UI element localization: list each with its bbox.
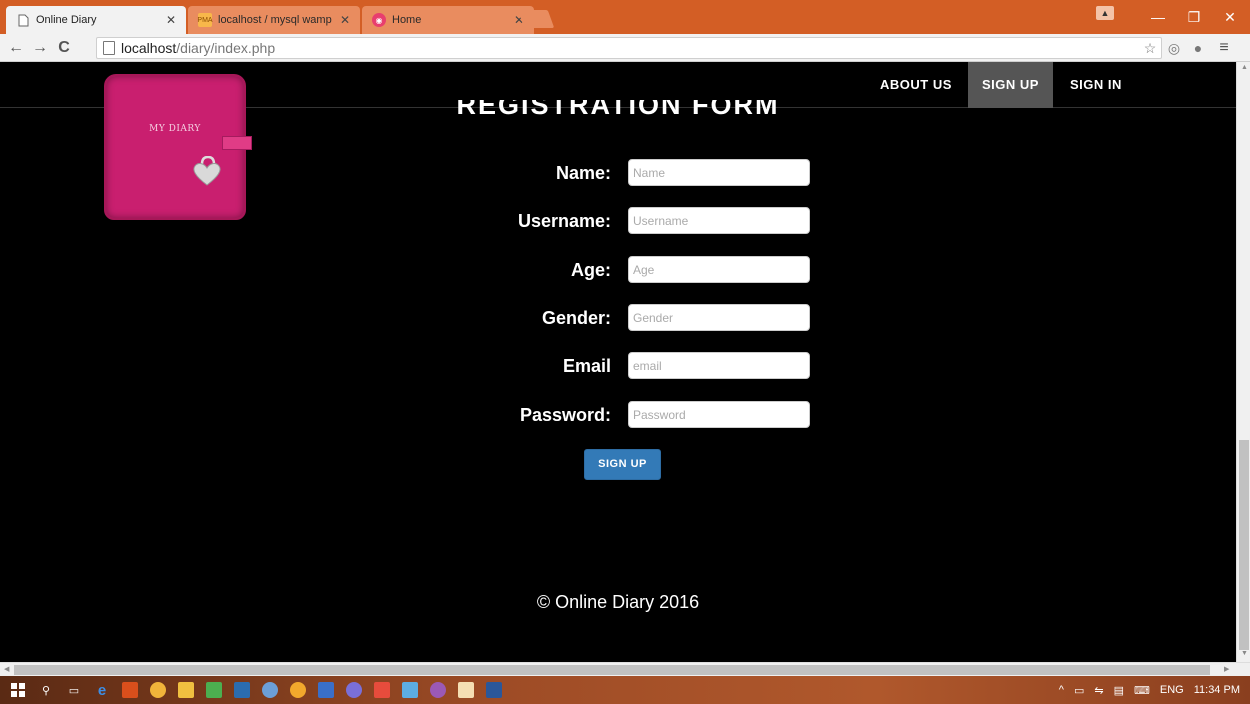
email-input[interactable]: [628, 352, 810, 379]
app-icon[interactable]: [206, 682, 222, 698]
clock[interactable]: 11:34 PM: [1194, 684, 1240, 696]
scroll-down-icon[interactable]: ▼: [1241, 650, 1248, 657]
diary-logo-text: MY DIARY: [149, 124, 201, 134]
home-favicon-icon: ◉: [372, 13, 386, 27]
password-row: Password:: [0, 401, 1236, 429]
keyboard-icon[interactable]: ⌨: [1134, 684, 1150, 697]
app-icon[interactable]: [150, 682, 166, 698]
app-icon[interactable]: [346, 682, 362, 698]
page-icon: [16, 13, 30, 27]
password-input[interactable]: [628, 401, 810, 428]
user-profile-icon[interactable]: ▲: [1096, 6, 1114, 20]
form-title-text: REGISTRATION FORM: [456, 100, 780, 120]
gender-input[interactable]: [628, 304, 810, 331]
chrome-icon[interactable]: [290, 682, 306, 698]
phpmyadmin-icon: PMA: [197, 13, 213, 27]
app-icon[interactable]: [262, 682, 278, 698]
minimize-icon[interactable]: —: [1140, 0, 1176, 34]
edge-browser-icon[interactable]: e: [94, 682, 110, 699]
username-row: Username:: [0, 207, 1236, 235]
username-input[interactable]: [628, 207, 810, 234]
url-path: /diary/index.php: [176, 40, 276, 56]
notepad-icon[interactable]: [458, 682, 474, 698]
tab-online-diary[interactable]: Online Diary ✕: [6, 6, 186, 34]
reload-icon[interactable]: C: [54, 38, 74, 58]
forward-icon[interactable]: →: [30, 38, 50, 58]
battery-icon[interactable]: ▭: [1074, 684, 1084, 697]
back-icon[interactable]: ←: [6, 38, 26, 58]
file-explorer-icon[interactable]: [178, 682, 194, 698]
vertical-scrollbar[interactable]: ▲ ▼: [1236, 62, 1250, 662]
app-icon[interactable]: [430, 682, 446, 698]
browser-toolbar: ← → C localhost/diary/index.php ☆ ◎ ● ≡: [0, 34, 1250, 62]
horizontal-scrollbar[interactable]: ◀ ▶: [0, 662, 1250, 676]
tab-title: Online Diary: [36, 14, 97, 26]
word-icon[interactable]: [486, 682, 502, 698]
gender-label: Gender:: [541, 308, 611, 328]
app-icon[interactable]: [402, 682, 418, 698]
name-label: Name:: [555, 163, 611, 183]
name-input[interactable]: [628, 159, 810, 186]
age-input[interactable]: [628, 256, 810, 283]
app-icon[interactable]: [374, 682, 390, 698]
close-icon[interactable]: ✕: [166, 13, 176, 27]
age-row: Age:: [0, 256, 1236, 284]
tab-title: Home: [392, 14, 422, 26]
sign-up-button[interactable]: SIGN UP: [584, 449, 661, 480]
url-host: localhost: [121, 40, 177, 56]
close-window-icon[interactable]: ✕: [1212, 0, 1248, 34]
diary-logo[interactable]: MY DIARY: [104, 74, 252, 220]
scroll-right-icon[interactable]: ▶: [1224, 665, 1229, 673]
windows-start-icon[interactable]: [10, 682, 26, 698]
app-icon[interactable]: [122, 682, 138, 698]
new-tab-button[interactable]: [517, 10, 555, 28]
chevron-up-icon[interactable]: ^: [1059, 684, 1064, 696]
extension-globe-icon[interactable]: ●: [1188, 38, 1208, 58]
gender-row: Gender:: [0, 304, 1236, 332]
age-label: Age:: [571, 260, 611, 280]
horizontal-scroll-thumb[interactable]: [14, 665, 1210, 675]
vertical-scroll-thumb[interactable]: [1239, 440, 1249, 650]
scroll-up-icon[interactable]: ▲: [1241, 64, 1248, 71]
close-icon[interactable]: ✕: [340, 13, 350, 27]
app-icon[interactable]: [318, 682, 334, 698]
username-label: Username:: [517, 211, 611, 231]
tab-home[interactable]: ◉ Home ✕: [362, 6, 534, 34]
task-view-icon[interactable]: ▭: [66, 682, 82, 698]
address-bar[interactable]: localhost/diary/index.php: [96, 37, 1162, 59]
email-label: Email: [562, 356, 611, 376]
browser-tabstrip: Online Diary ✕ PMA localhost / mysql wam…: [0, 0, 1250, 34]
name-row: Name:: [0, 159, 1236, 187]
notification-icon[interactable]: ▤: [1114, 684, 1124, 697]
page-viewport: ABOUT US SIGN UP SIGN IN MY DIARY REGIST…: [0, 62, 1236, 662]
form-title: REGISTRATION FORM: [0, 100, 1236, 124]
restore-icon[interactable]: ❐: [1176, 0, 1212, 34]
tab-phpmyadmin[interactable]: PMA localhost / mysql wampse ✕: [188, 6, 360, 34]
network-icon[interactable]: ⇋: [1094, 684, 1103, 697]
system-tray: ^ ▭ ⇋ ▤ ⌨ ENG 11:34 PM: [1049, 676, 1240, 704]
app-icon[interactable]: [234, 682, 250, 698]
menu-icon[interactable]: ≡: [1214, 38, 1234, 58]
diary-strap: [222, 136, 252, 150]
bookmark-star-icon[interactable]: ☆: [1140, 38, 1160, 58]
extension-icon[interactable]: ◎: [1164, 38, 1184, 58]
password-label: Password:: [519, 405, 611, 425]
footer-copyright: © Online Diary 2016: [536, 592, 700, 612]
tab-title: localhost / mysql wampse: [218, 14, 332, 26]
scroll-left-icon[interactable]: ◀: [4, 665, 9, 673]
language-indicator[interactable]: ENG: [1160, 684, 1184, 696]
windows-taskbar: ⚲ ▭ e ^ ▭ ⇋ ▤ ⌨ ENG 11:34 PM: [0, 676, 1250, 704]
email-row: Email: [0, 352, 1236, 380]
page-icon: [103, 41, 115, 55]
search-icon[interactable]: ⚲: [38, 682, 54, 698]
